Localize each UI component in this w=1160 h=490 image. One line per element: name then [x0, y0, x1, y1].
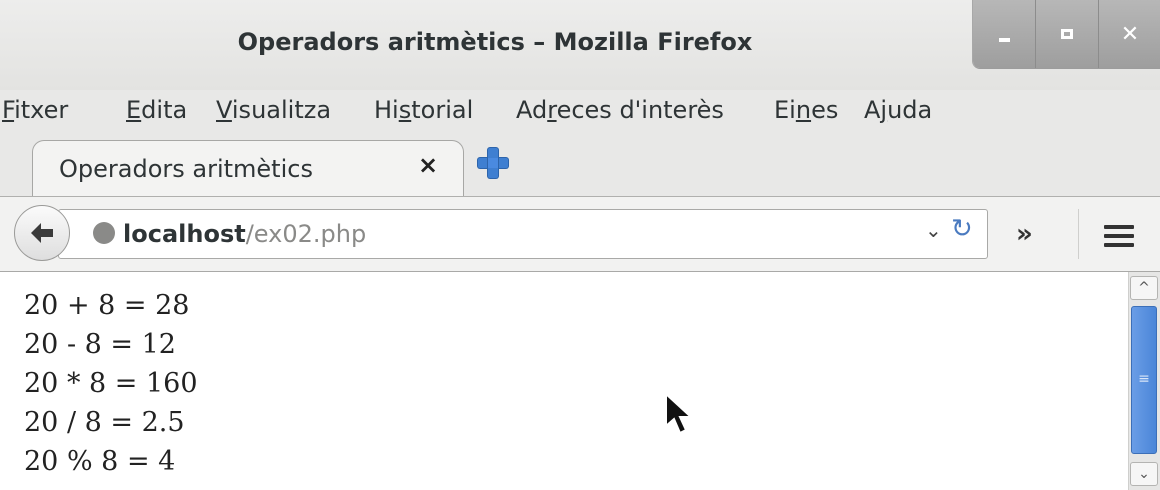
minimize-icon	[973, 0, 1035, 68]
menu-item-eines[interactable]: Eines	[774, 90, 838, 134]
scroll-down-icon[interactable]: ⌄	[1130, 462, 1158, 486]
window-controls: ✕	[972, 0, 1160, 69]
menu-item-historial[interactable]: Historial	[374, 90, 473, 134]
output-line: 20 * 8 = 160	[24, 368, 198, 399]
output-line: 20 - 8 = 12	[24, 329, 176, 360]
close-icon: ✕	[1120, 21, 1140, 47]
mouse-cursor-icon	[665, 392, 694, 435]
page-content: 20 + 8 = 28 20 - 8 = 12 20 * 8 = 160 20 …	[0, 272, 1128, 490]
menu-item-visualitza[interactable]: Visualitza	[216, 90, 331, 134]
maximize-button[interactable]	[1036, 0, 1099, 68]
chevron-down-icon[interactable]: ⌄	[925, 218, 942, 242]
back-button[interactable]	[14, 205, 70, 261]
output-line: 20 / 8 = 2.5	[24, 407, 185, 438]
menu-item-adreces[interactable]: Adreces d'interès	[516, 90, 724, 134]
output-line: 20 + 8 = 28	[24, 290, 190, 321]
vertical-scrollbar[interactable]: ^ ≡ ⌄	[1128, 272, 1160, 490]
maximize-icon	[1036, 0, 1098, 68]
url-text[interactable]: localhost/ex02.php	[123, 220, 366, 248]
output-line: 20 % 8 = 4	[24, 446, 176, 477]
minimize-button[interactable]	[973, 0, 1036, 68]
tab-title: Operadors aritmètics	[59, 155, 313, 183]
hamburger-icon[interactable]	[1104, 225, 1134, 247]
toolbar-separator	[1078, 209, 1079, 259]
scroll-thumb[interactable]: ≡	[1131, 306, 1157, 454]
navigation-toolbar: localhost/ex02.php ⌄ ↻ »	[0, 196, 1160, 272]
menu-item-edita[interactable]: Edita	[126, 90, 187, 134]
window-titlebar: Operadors aritmètics – Mozilla Firefox ✕	[0, 0, 1160, 90]
menu-item-fitxer[interactable]: Fitxer	[2, 90, 68, 134]
toolbar-overflow-button[interactable]: »	[1016, 219, 1033, 249]
tab-strip: Operadors aritmètics ×	[0, 134, 1160, 199]
close-button[interactable]: ✕	[1099, 0, 1160, 68]
reload-icon[interactable]: ↻	[951, 214, 973, 244]
tab-operadors[interactable]: Operadors aritmètics ×	[32, 140, 464, 199]
tab-close-icon[interactable]: ×	[418, 151, 438, 179]
new-tab-button[interactable]	[478, 148, 508, 178]
globe-icon	[93, 222, 115, 244]
back-arrow-icon	[31, 223, 53, 243]
scroll-up-icon[interactable]: ^	[1130, 276, 1158, 300]
window-title: Operadors aritmètics – Mozilla Firefox	[237, 28, 753, 56]
url-bar[interactable]: localhost/ex02.php ⌄ ↻	[58, 209, 988, 259]
menu-bar: Fitxer Edita Visualitza Historial Adrece…	[0, 90, 1160, 134]
menu-item-ajuda[interactable]: Ajuda	[864, 90, 932, 134]
